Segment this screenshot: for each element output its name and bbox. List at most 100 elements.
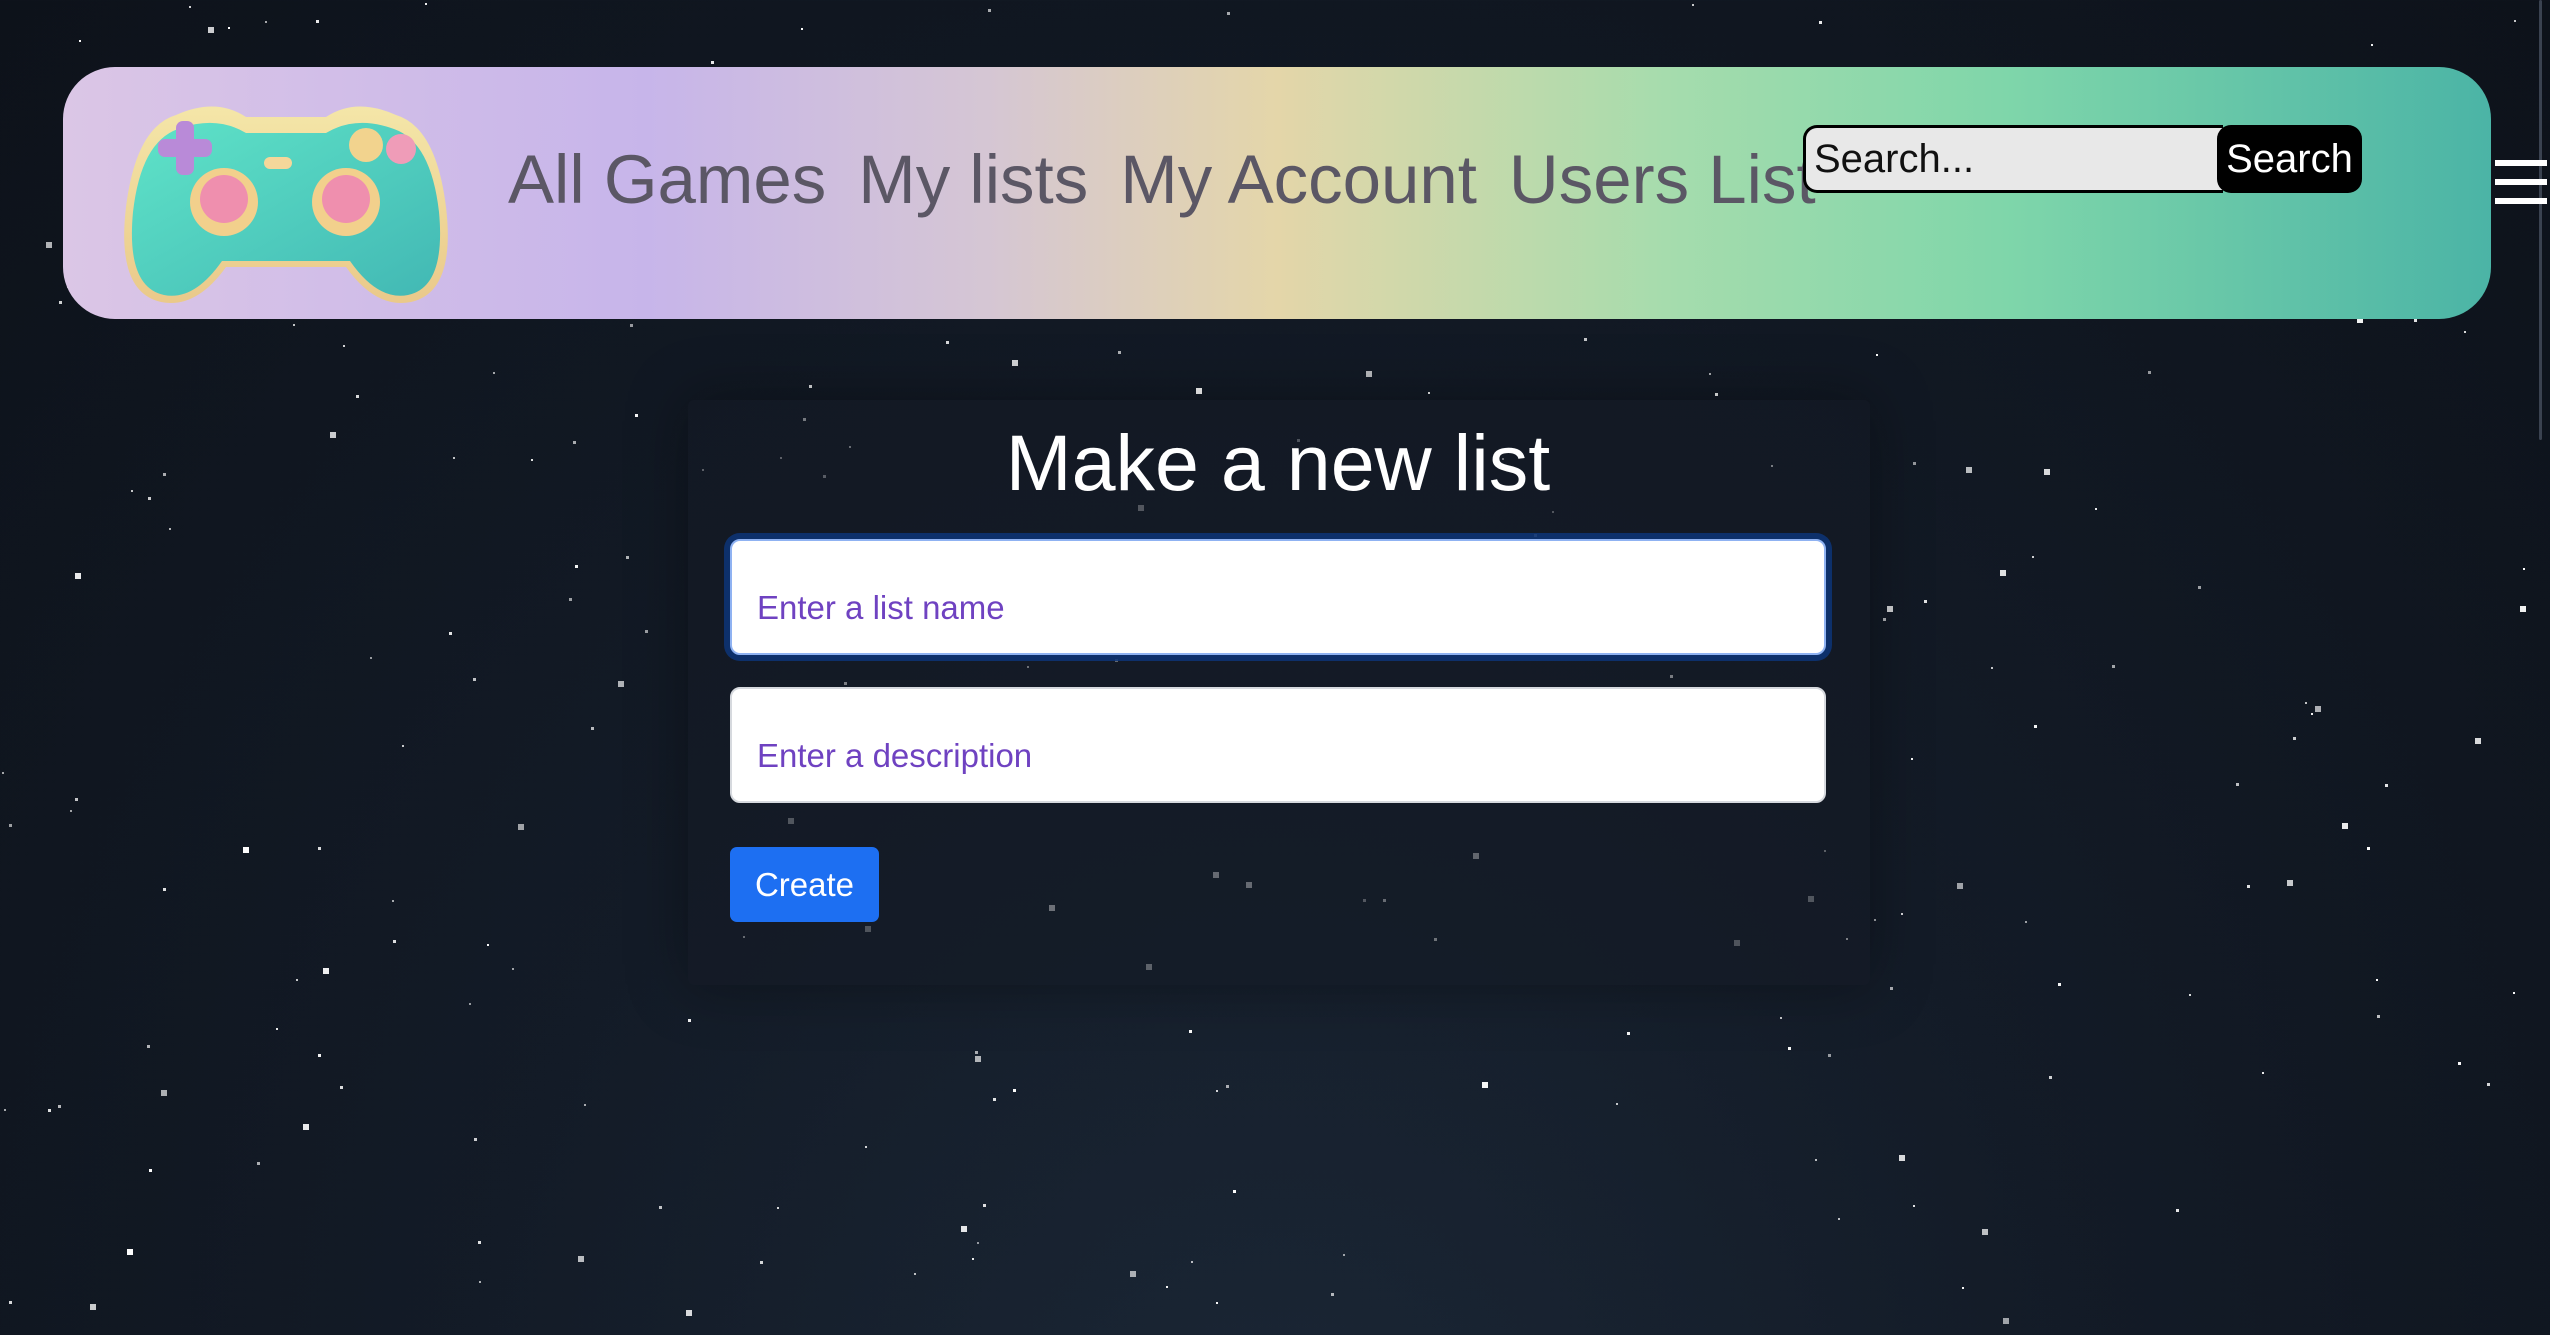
- star: [1901, 913, 1903, 915]
- star: [2523, 568, 2525, 570]
- star: [972, 1258, 974, 1260]
- star: [578, 1256, 584, 1262]
- star: [2058, 983, 2061, 986]
- star: [2198, 586, 2201, 589]
- star: [1874, 919, 1876, 921]
- star: [777, 1207, 779, 1209]
- star: [189, 6, 191, 8]
- star: [1012, 360, 1018, 366]
- star: [479, 1281, 481, 1283]
- gamepad-icon[interactable]: [106, 87, 466, 317]
- star: [2247, 885, 2250, 888]
- star: [618, 681, 624, 687]
- star: [1780, 1017, 1782, 1019]
- nav-links: All Games My lists My Account Users List: [508, 145, 1816, 214]
- star: [1191, 1261, 1193, 1263]
- star: [1991, 667, 1993, 669]
- star: [645, 630, 648, 633]
- nav-link-my-lists[interactable]: My lists: [858, 145, 1088, 214]
- star: [961, 1226, 967, 1232]
- navbar: All Games My lists My Account Users List…: [63, 67, 2491, 319]
- star: [2520, 606, 2526, 612]
- star: [58, 1105, 61, 1108]
- star: [2464, 331, 2466, 333]
- star: [293, 324, 295, 326]
- star: [975, 1051, 978, 1054]
- star: [1233, 1190, 1236, 1193]
- star: [1616, 1103, 1618, 1105]
- star: [1216, 1302, 1218, 1304]
- star: [402, 745, 404, 747]
- star: [1331, 1293, 1334, 1296]
- star: [70, 810, 72, 812]
- star: [228, 27, 230, 29]
- star: [1196, 388, 1202, 394]
- list-description-input[interactable]: [730, 687, 1826, 803]
- nav-link-all-games[interactable]: All Games: [508, 145, 826, 214]
- star: [2414, 319, 2417, 322]
- star: [1957, 883, 1963, 889]
- star: [323, 968, 329, 974]
- star: [2112, 665, 2115, 668]
- star: [2293, 737, 2296, 740]
- create-button[interactable]: Create: [730, 847, 879, 922]
- star: [356, 395, 359, 398]
- star: [2371, 44, 2373, 46]
- hamburger-bar: [2495, 160, 2547, 166]
- page-title: Make a new list: [1005, 418, 1551, 507]
- star: [688, 1019, 691, 1022]
- star: [2315, 706, 2321, 712]
- star: [635, 414, 638, 417]
- star: [425, 3, 427, 5]
- star: [1627, 1032, 1630, 1035]
- star: [393, 940, 396, 943]
- star: [340, 1086, 343, 1089]
- star: [946, 341, 949, 344]
- nav-link-my-account[interactable]: My Account: [1120, 145, 1477, 214]
- star: [2000, 570, 2006, 576]
- star: [1130, 1271, 1136, 1277]
- star: [2458, 1062, 2461, 1065]
- star: [75, 573, 81, 579]
- star: [518, 824, 524, 830]
- star: [169, 528, 171, 530]
- star: [316, 20, 319, 23]
- star: [988, 9, 991, 12]
- star: [659, 1206, 662, 1209]
- star: [1189, 1030, 1192, 1033]
- star: [1911, 758, 1913, 760]
- star: [2189, 994, 2191, 996]
- star: [75, 798, 78, 801]
- star: [569, 598, 572, 601]
- star: [46, 242, 52, 248]
- star: [977, 1242, 979, 1244]
- star: [9, 1301, 12, 1304]
- star: [449, 632, 452, 635]
- star: [983, 1204, 986, 1207]
- star: [2367, 847, 2370, 850]
- star: [1118, 351, 1121, 354]
- star: [626, 556, 629, 559]
- list-name-input[interactable]: [730, 539, 1826, 655]
- nav-link-users-list[interactable]: Users List: [1509, 145, 1816, 214]
- star: [630, 324, 633, 327]
- search-button[interactable]: Search: [2217, 125, 2362, 193]
- star: [865, 1146, 867, 1148]
- search-input[interactable]: [1803, 125, 2223, 193]
- star: [809, 385, 812, 388]
- star: [370, 657, 372, 659]
- star: [257, 1162, 260, 1165]
- star: [1819, 21, 1822, 24]
- star: [2311, 713, 2313, 715]
- star: [1890, 987, 1893, 990]
- star: [473, 678, 476, 681]
- star: [1913, 1205, 1915, 1207]
- hamburger-menu-icon[interactable]: [2495, 160, 2547, 208]
- star: [392, 900, 394, 902]
- star: [2376, 979, 2378, 981]
- star: [1828, 1054, 1831, 1057]
- star: [1887, 606, 1893, 612]
- star: [2049, 1076, 2052, 1079]
- star: [914, 1273, 916, 1275]
- star: [1709, 373, 1711, 375]
